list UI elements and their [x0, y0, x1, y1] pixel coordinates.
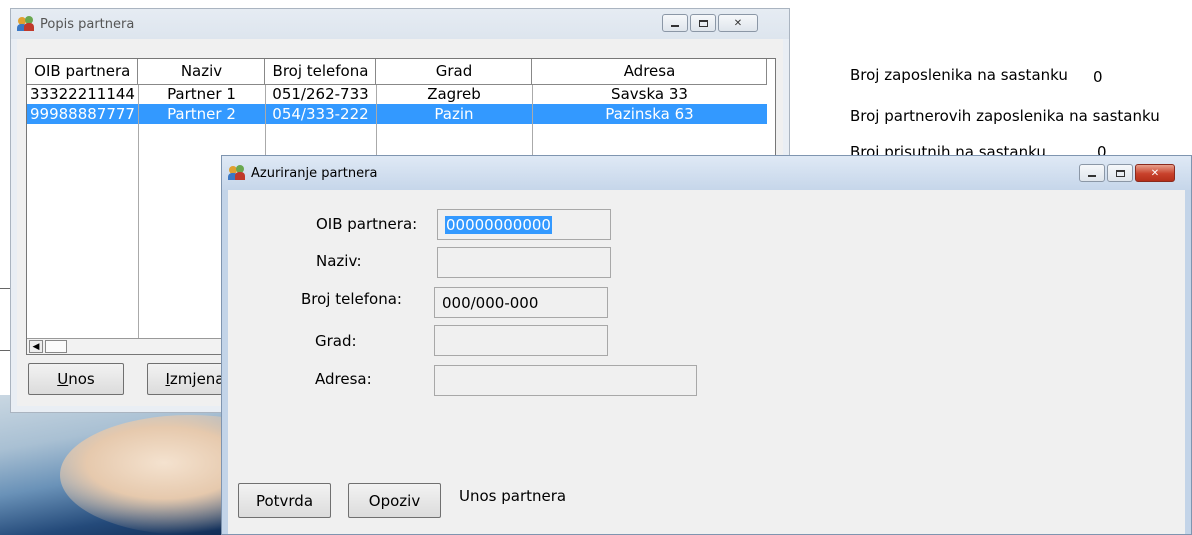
- column-header-oib[interactable]: OIB partnera: [27, 59, 139, 85]
- opoziv-button[interactable]: Opoziv: [348, 483, 441, 518]
- desktop-background: [0, 395, 320, 535]
- maximize-icon[interactable]: [690, 14, 716, 32]
- azur-title: Azuriranje partnera: [251, 165, 378, 181]
- maximize-icon[interactable]: [1107, 164, 1133, 182]
- naziv-field[interactable]: [437, 247, 611, 278]
- popis-window-controls: ✕: [662, 14, 758, 32]
- adresa-field[interactable]: [434, 365, 697, 396]
- potvrda-button[interactable]: Potvrda: [238, 483, 331, 518]
- app-icon: [17, 16, 35, 32]
- app-icon: [228, 165, 246, 181]
- column-header-adresa[interactable]: Adresa: [531, 59, 768, 85]
- column-header-naziv[interactable]: Naziv: [137, 59, 266, 85]
- status-label: Unos partnera: [459, 487, 567, 505]
- naziv-label: Naziv:: [316, 252, 362, 270]
- scroll-thumb[interactable]: [45, 340, 67, 353]
- grid-header-row: OIB partnera Naziv Broj telefona Grad Ad…: [27, 59, 768, 85]
- desktop-edge-line: [0, 288, 10, 289]
- scroll-left-icon[interactable]: ◀: [29, 340, 43, 353]
- oib-field[interactable]: 00000000000: [437, 209, 611, 240]
- oib-label: OIB partnera:: [316, 215, 418, 233]
- azur-window-controls: ✕: [1079, 164, 1175, 182]
- adresa-label: Adresa:: [315, 370, 372, 388]
- cell-naziv[interactable]: Partner 1: [138, 84, 265, 104]
- close-icon[interactable]: ✕: [718, 14, 758, 32]
- minimize-icon[interactable]: [1079, 164, 1105, 182]
- izmjena-rest: zmjena: [169, 370, 225, 388]
- popis-title: Popis partnera: [40, 16, 135, 32]
- minimize-icon[interactable]: [662, 14, 688, 32]
- column-header-grad[interactable]: Grad: [375, 59, 533, 85]
- grad-label: Grad:: [315, 332, 357, 350]
- desktop-edge-line: [0, 350, 10, 351]
- oib-value: 00000000000: [445, 215, 552, 234]
- cell-telefon[interactable]: 054/333-222: [264, 104, 376, 124]
- cell-adresa[interactable]: Savska 33: [532, 84, 767, 104]
- cell-oib[interactable]: 33322211144: [27, 84, 138, 104]
- unos-accel: U: [57, 370, 69, 388]
- cell-grad[interactable]: Pazin: [375, 104, 532, 124]
- grad-field[interactable]: [434, 325, 608, 356]
- cell-naziv[interactable]: Partner 2: [137, 104, 265, 124]
- azur-client: OIB partnera: 00000000000 Naziv: Broj te…: [228, 190, 1185, 534]
- cell-grad[interactable]: Zagreb: [376, 84, 532, 104]
- cell-adresa[interactable]: Pazinska 63: [531, 104, 767, 124]
- partnerovih-label: Broj partnerovih zaposlenika na sastanku: [850, 107, 1160, 125]
- zaposlenika-label: Broj zaposlenika na sastanku: [850, 66, 1068, 84]
- cell-telefon[interactable]: 051/262-733: [265, 84, 376, 104]
- unos-rest: nos: [68, 370, 95, 388]
- telefon-field[interactable]: 000/000-000: [434, 287, 608, 318]
- close-icon[interactable]: ✕: [1135, 164, 1175, 182]
- cell-oib[interactable]: 99988887777: [27, 104, 138, 124]
- telefon-label: Broj telefona:: [301, 290, 402, 308]
- azur-titlebar[interactable]: Azuriranje partnera: [222, 156, 1191, 190]
- azuriranje-partnera-window: Azuriranje partnera ✕ OIB partnera: 0000…: [221, 155, 1192, 535]
- unos-button[interactable]: Unos: [28, 363, 124, 395]
- zaposlenika-value: 0: [1093, 68, 1103, 86]
- column-header-telefon[interactable]: Broj telefona: [264, 59, 377, 85]
